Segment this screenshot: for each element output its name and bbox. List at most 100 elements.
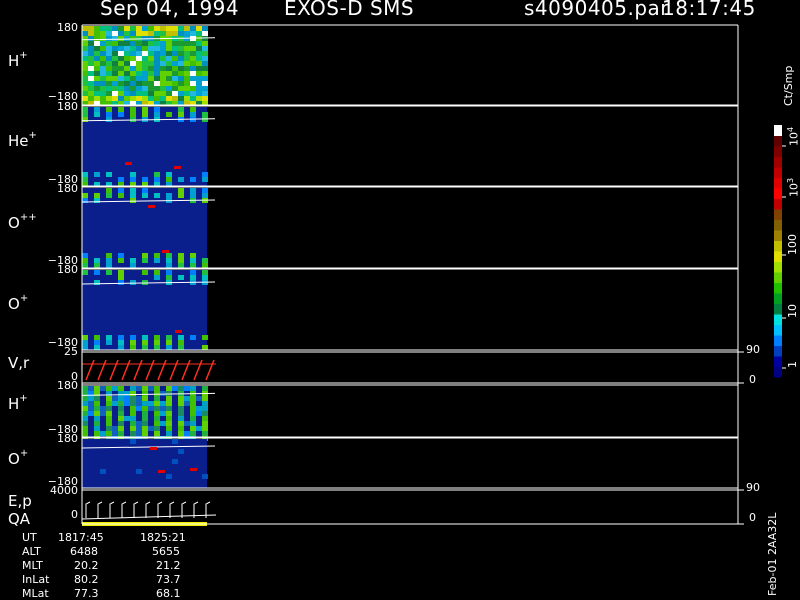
ytick-top: 25: [64, 345, 78, 358]
spectrogram-cell: [190, 71, 196, 76]
spectrogram-cell: [130, 71, 136, 76]
spectrogram-cell: [118, 46, 124, 51]
spectrogram-cell: [166, 71, 172, 76]
spectrogram-cell: [160, 401, 166, 406]
spectrogram-cell: [124, 36, 130, 41]
spectrogram-cell: [154, 391, 160, 396]
colorbar-title: Ct/Smp: [782, 65, 795, 106]
spectrogram-cell: [142, 31, 148, 36]
spectrogram-cell: [118, 31, 124, 36]
spectrogram-cell: [166, 172, 172, 177]
colorbar-tick-1: 1: [786, 361, 799, 368]
spectrogram-cell: [148, 61, 154, 66]
spectrogram-cell: [106, 86, 112, 91]
spectrogram-cell: [118, 426, 124, 431]
spectrogram-cell: [178, 258, 184, 263]
spectrogram-cell: [202, 76, 208, 81]
spectrogram-cell: [124, 71, 130, 76]
spectrogram-cell: [178, 177, 184, 182]
spectrogram-cell: [172, 439, 178, 444]
panel-label-o-plus: O+: [8, 293, 29, 313]
spectrogram-cell: [82, 112, 88, 117]
spectrogram-cell: [112, 36, 118, 41]
spectrogram-cell: [130, 91, 136, 96]
spectrogram-cell: [190, 81, 196, 86]
spectrogram-cell: [190, 411, 196, 416]
spectrogram-cell: [172, 81, 178, 86]
spectrogram-cell: [124, 91, 130, 96]
spectrogram-cell: [178, 56, 184, 61]
spectrogram-cell: [106, 396, 112, 401]
spectrogram-cell: [178, 401, 184, 406]
spectrogram-cell: [196, 26, 202, 31]
spectrogram-cell: [202, 275, 208, 280]
spectrogram-cell: [118, 51, 124, 56]
spectrogram-cell: [178, 76, 184, 81]
spectrogram-cell: [88, 386, 94, 391]
spectrogram-cell: [112, 96, 118, 101]
spectrogram-cell: [88, 26, 94, 31]
spectrogram-cell: [100, 469, 106, 474]
colorbar-segment: [774, 240, 782, 252]
spectrogram-cell: [82, 96, 88, 101]
spectrogram-cell: [202, 416, 208, 421]
spectrogram-cell: [88, 406, 94, 411]
spectrogram-cell: [190, 61, 196, 66]
spectrogram-cell: [88, 36, 94, 41]
spectrogram-cell: [160, 41, 166, 46]
spectrogram-cell: [106, 172, 112, 177]
spectrogram-cell: [154, 31, 160, 36]
panel-label-qa: QA: [8, 510, 31, 528]
spectrogram-cell: [154, 91, 160, 96]
colorbar-segment: [774, 146, 782, 157]
spectrogram-cell: [166, 46, 172, 51]
spectrogram-cell: [130, 421, 136, 426]
panel-label-o-pp: O++: [8, 212, 37, 232]
rtick-top: 90: [746, 481, 760, 494]
spectrogram-cell: [184, 31, 190, 36]
info-v1-ut: 1817:45: [58, 531, 104, 544]
panel-label-o-plus-2: O+: [8, 448, 29, 468]
spectrogram-cell: [142, 26, 148, 31]
spectrogram-cell: [106, 263, 112, 268]
spectrogram-cell: [154, 107, 160, 112]
spectrogram-cell: [112, 56, 118, 61]
spectrogram-cell: [160, 51, 166, 56]
spectrogram-cell: [118, 258, 124, 263]
spectrogram-cell: [178, 335, 184, 340]
spectrogram-cell: [178, 66, 184, 71]
spectrogram-cell: [196, 56, 202, 61]
spectrogram-cell: [94, 172, 100, 177]
spectrogram-cell: [94, 46, 100, 51]
spectrogram-cell: [154, 193, 160, 198]
spectrogram-cell: [130, 426, 136, 431]
spectrogram-cell: [154, 386, 160, 391]
spectrogram-cell: [184, 61, 190, 66]
spectrogram-cell: [160, 56, 166, 61]
spectrogram-cell: [202, 431, 208, 436]
colorbar-segment: [774, 272, 782, 283]
spectrogram-cell: [190, 426, 196, 431]
ytick-top: 180: [57, 263, 78, 276]
colorbar-tick-100: 100: [786, 234, 799, 255]
spectrogram-cell: [130, 81, 136, 86]
spectrogram-cell: [100, 41, 106, 46]
footer-vertical-label: Feb-01 2AA32L: [766, 512, 779, 596]
red-spot: [125, 162, 132, 165]
spectrogram-cell: [178, 112, 184, 117]
spectrogram-cell: [112, 91, 118, 96]
spectrogram-cell: [196, 81, 202, 86]
spectrogram-cell: [178, 188, 184, 193]
spectrogram-cell: [136, 91, 142, 96]
spectrogram-cell: [136, 421, 142, 426]
spectrogram-cell: [196, 86, 202, 91]
spectrogram-cell: [196, 46, 202, 51]
spectrogram-cell: [136, 96, 142, 101]
spectrogram-cell: [172, 459, 178, 464]
spectrogram-cell: [94, 36, 100, 41]
spectrogram-cell: [202, 36, 208, 41]
colorbar-segment: [774, 209, 782, 220]
spectrogram-cell: [106, 386, 112, 391]
spectrogram-cell: [148, 56, 154, 61]
spectrogram-cell: [112, 396, 118, 401]
